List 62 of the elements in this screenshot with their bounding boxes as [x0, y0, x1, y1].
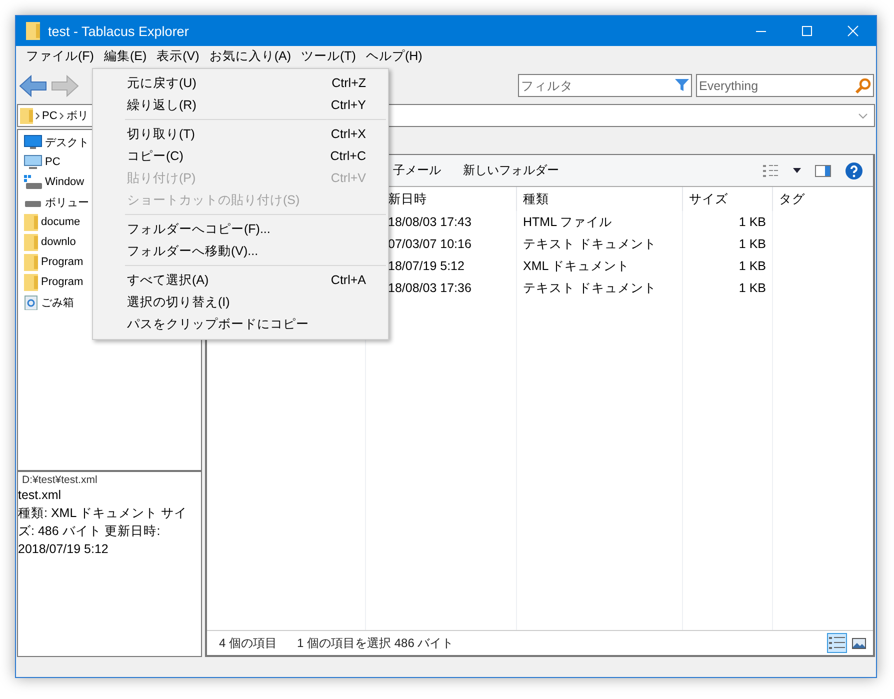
command-button[interactable]: 子メール: [393, 162, 449, 179]
table-cell: 1 KB: [683, 255, 773, 277]
details-view-button[interactable]: [827, 633, 847, 653]
table-cell: テキスト ドキュメント: [517, 277, 683, 299]
tree-item[interactable]: ごみ箱: [41, 294, 74, 310]
column-header[interactable]: 種類: [517, 187, 683, 211]
tree-item[interactable]: PC: [45, 156, 60, 168]
folder-icon: [24, 234, 38, 250]
view-list-icon[interactable]: [763, 164, 779, 176]
menu-item[interactable]: ヘルプ(H): [360, 48, 428, 65]
breadcrumb[interactable]: PC: [42, 110, 58, 122]
table-cell: XML ドキュメント: [517, 255, 683, 277]
column-header[interactable]: タグ: [773, 187, 873, 211]
funnel-icon: [675, 78, 689, 92]
chevron-icon: [59, 112, 64, 120]
filter-field[interactable]: フィルタ: [518, 74, 692, 97]
table-cell: 1 KB: [683, 233, 773, 255]
menu-item[interactable]: ツール(T): [296, 48, 361, 65]
folder-icon: [24, 254, 38, 270]
drive-icon: [24, 175, 42, 189]
chevron-icon: [35, 112, 40, 120]
table-cell: 1 KB: [683, 277, 773, 299]
menu-item[interactable]: ファイル(F): [21, 48, 99, 65]
menu-item[interactable]: 編集(E): [98, 48, 152, 65]
menu-item[interactable]: お気に入り(A): [204, 48, 296, 65]
folder-icon: [26, 22, 40, 40]
menu-item[interactable]: コピー(C) Ctrl+C: [95, 145, 386, 167]
tree-item[interactable]: downlo: [41, 236, 76, 248]
caret-icon[interactable]: [793, 168, 801, 173]
menu-item[interactable]: 表示(V): [152, 48, 204, 65]
help-icon[interactable]: [845, 162, 863, 180]
folder-icon: [20, 108, 33, 124]
dropdown-icon[interactable]: [858, 112, 868, 118]
status-text: 4 個の項目: [219, 634, 278, 652]
tree-item[interactable]: Program: [41, 276, 84, 288]
window-title: test - Tablacus Explorer: [48, 24, 189, 38]
tree-item[interactable]: docume: [41, 216, 80, 228]
table-cell: 1 KB: [683, 211, 773, 233]
preview-pane-icon[interactable]: [815, 164, 831, 176]
menu-item[interactable]: パスをクリップボードにコピー: [95, 313, 386, 335]
search-icon: [855, 78, 871, 94]
back-arrow-icon[interactable]: [18, 74, 48, 98]
tree-item[interactable]: デスクト: [45, 134, 89, 150]
file-name: test.xml: [18, 487, 62, 504]
tree-item[interactable]: Program: [41, 256, 84, 268]
search-field[interactable]: Everything: [696, 74, 874, 97]
tree-item[interactable]: Window: [45, 176, 84, 188]
computer-icon: [24, 155, 42, 169]
recycle-bin-icon: [24, 294, 38, 310]
file-path: D:¥test¥test.xml: [21, 474, 98, 486]
table-cell: HTML ファイル: [517, 211, 683, 233]
breadcrumb[interactable]: ボリ: [66, 108, 88, 123]
table-cell: テキスト ドキュメント: [517, 233, 683, 255]
menu-item[interactable]: 元に戻す(U) Ctrl+Z: [95, 72, 386, 94]
column-header[interactable]: サイズ: [683, 187, 773, 211]
tree-item[interactable]: ボリュー: [45, 194, 89, 210]
command-button[interactable]: 新しいフォルダー: [463, 162, 567, 179]
monitor-icon: [24, 135, 42, 149]
folder-icon: [24, 214, 38, 230]
folder-icon: [24, 274, 38, 290]
file-details: 種類: XML ドキュメント サイズ: 486 バイト 更新日時: 2018/07/19 5:12: [18, 505, 188, 558]
status-text: 1 個の項目を選択 486 バイト: [297, 634, 454, 652]
